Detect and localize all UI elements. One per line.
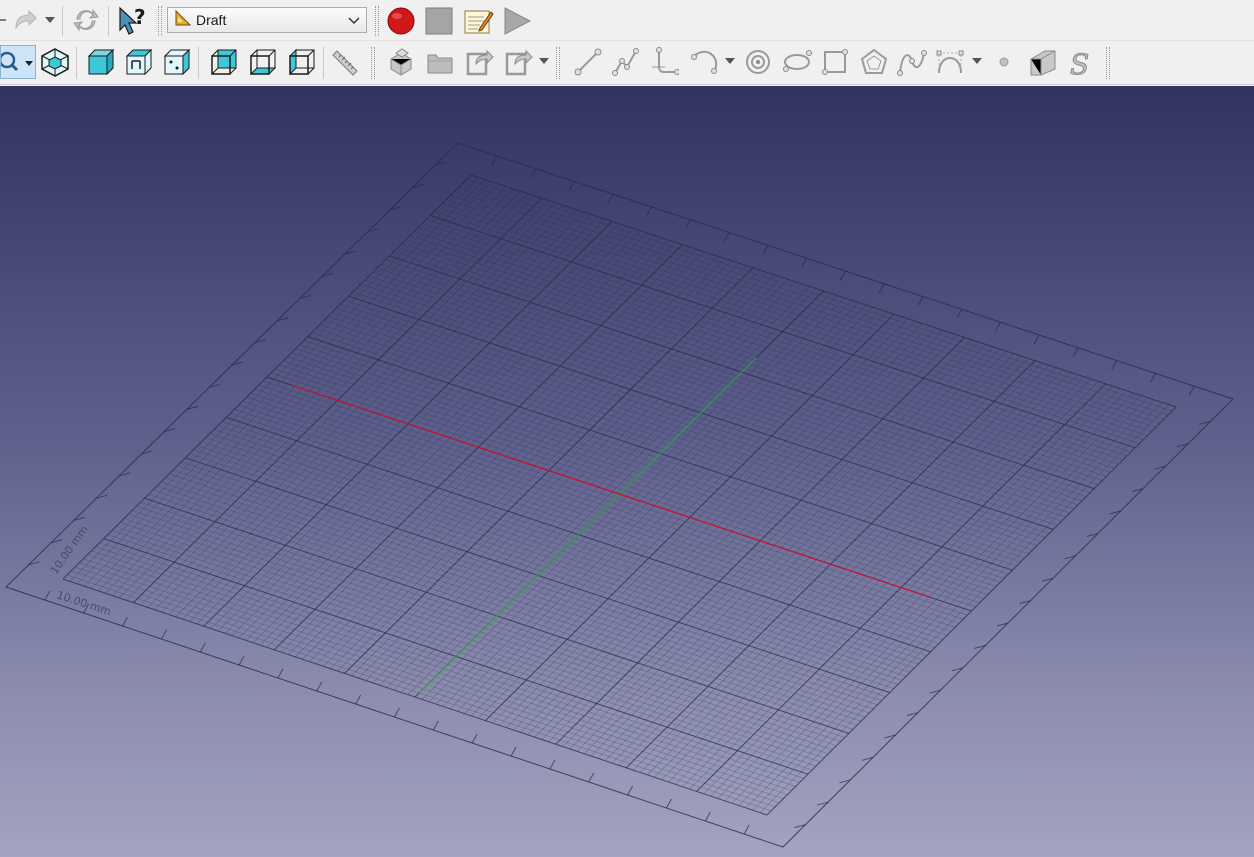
tick-mark bbox=[762, 245, 769, 255]
part-icon[interactable] bbox=[383, 45, 419, 79]
fillet-icon[interactable] bbox=[646, 45, 682, 79]
tick-mark bbox=[238, 655, 245, 666]
front-view-icon[interactable] bbox=[83, 45, 117, 79]
folder-icon[interactable] bbox=[422, 45, 458, 79]
tick-mark bbox=[491, 155, 498, 166]
grid-scale-y-label: 10.00 mm bbox=[48, 523, 91, 577]
line-icon[interactable] bbox=[570, 45, 606, 79]
chevron-down-icon bbox=[348, 14, 360, 30]
shapestring-icon[interactable]: S bbox=[1064, 45, 1100, 79]
tick-mark bbox=[607, 193, 614, 204]
redo-arrow-icon[interactable] bbox=[10, 6, 40, 34]
arc-dropdown-icon[interactable] bbox=[724, 55, 736, 67]
tick-mark bbox=[723, 232, 730, 242]
workbench-selector[interactable]: Draft bbox=[167, 7, 367, 33]
measure-icon[interactable] bbox=[329, 45, 363, 79]
grid-tick-marks bbox=[28, 155, 1211, 835]
rectangle-icon[interactable] bbox=[817, 45, 853, 79]
arc-icon[interactable] bbox=[686, 45, 722, 79]
tick-mark bbox=[666, 798, 672, 809]
tick-mark bbox=[277, 668, 284, 679]
tick-mark bbox=[394, 707, 400, 718]
svg-text:?: ? bbox=[134, 5, 146, 29]
macro-play-icon[interactable] bbox=[500, 5, 534, 37]
polygon-icon[interactable] bbox=[856, 45, 892, 79]
grid-major-lines bbox=[62, 174, 1177, 816]
tick-mark bbox=[199, 642, 206, 653]
right-view-icon[interactable] bbox=[159, 45, 193, 79]
tick-mark bbox=[1072, 347, 1079, 358]
tick-mark bbox=[956, 309, 963, 319]
tick-mark bbox=[704, 811, 711, 822]
tick-mark bbox=[685, 219, 691, 230]
ellipse-icon[interactable] bbox=[779, 45, 815, 79]
tick-mark bbox=[44, 590, 51, 601]
tick-mark bbox=[432, 720, 439, 731]
tick-mark bbox=[917, 296, 924, 306]
bspline-icon[interactable] bbox=[894, 45, 930, 79]
zoom-icon[interactable] bbox=[0, 45, 36, 79]
top-view-icon[interactable] bbox=[121, 45, 155, 79]
bezier-icon[interactable] bbox=[932, 45, 968, 79]
tick-mark bbox=[840, 270, 846, 281]
tick-mark bbox=[568, 181, 575, 191]
tick-mark bbox=[530, 168, 536, 178]
whats-this-icon[interactable]: ? bbox=[114, 4, 150, 36]
tick-mark bbox=[316, 681, 323, 692]
circle-icon[interactable] bbox=[740, 45, 776, 79]
draft-workbench-icon bbox=[174, 9, 192, 31]
tick-mark bbox=[510, 746, 517, 757]
tick-mark bbox=[995, 321, 1001, 332]
tick-mark bbox=[122, 616, 128, 627]
tick-mark bbox=[627, 785, 634, 796]
working-plane-grid: 10.00 mm 10.00 mm bbox=[5, 142, 1234, 848]
tick-mark bbox=[355, 694, 362, 705]
grid-outer-border bbox=[5, 142, 1234, 848]
macro-record-icon[interactable] bbox=[384, 5, 418, 37]
grid-minor-lines bbox=[66, 177, 1173, 813]
rear-view-icon[interactable] bbox=[206, 45, 240, 79]
tick-mark bbox=[471, 733, 478, 744]
svg-text:S: S bbox=[1070, 48, 1089, 77]
refresh-icon[interactable] bbox=[69, 4, 103, 36]
grid-border bbox=[5, 142, 1234, 848]
link-actions-icon[interactable] bbox=[500, 45, 536, 79]
bottom-view-icon[interactable] bbox=[245, 45, 279, 79]
undo-dropdown-arrow-icon[interactable] bbox=[0, 8, 8, 34]
tick-mark bbox=[1111, 360, 1118, 370]
point-icon[interactable] bbox=[990, 45, 1018, 79]
redo-dropdown-icon[interactable] bbox=[44, 14, 56, 26]
tick-mark bbox=[1150, 373, 1156, 383]
tick-mark bbox=[878, 283, 885, 294]
tick-mark bbox=[588, 772, 595, 783]
tick-mark bbox=[743, 824, 750, 835]
facebinder-icon[interactable] bbox=[1024, 45, 1062, 79]
link-icon[interactable] bbox=[461, 45, 497, 79]
tick-mark bbox=[549, 759, 556, 770]
view-and-draft-toolbar: S 자동 bbox=[0, 41, 1254, 118]
link-actions-dropdown-icon[interactable] bbox=[538, 55, 550, 67]
tick-mark bbox=[1033, 334, 1040, 345]
tick-mark bbox=[160, 629, 167, 640]
macro-edit-icon[interactable] bbox=[460, 5, 496, 37]
tick-mark bbox=[1188, 385, 1195, 396]
top-toolbar: ? Draft bbox=[0, 0, 1254, 41]
macro-stop-icon[interactable] bbox=[422, 5, 456, 37]
workbench-label: Draft bbox=[196, 12, 227, 28]
isometric-view-icon[interactable] bbox=[38, 45, 72, 79]
tick-mark bbox=[801, 257, 808, 268]
tick-mark bbox=[646, 206, 653, 217]
wire-icon[interactable] bbox=[608, 45, 644, 79]
bezier-dropdown-icon[interactable] bbox=[971, 55, 983, 67]
left-view-icon[interactable] bbox=[284, 45, 318, 79]
3d-viewport[interactable]: 10.00 mm 10.00 mm bbox=[0, 86, 1254, 857]
